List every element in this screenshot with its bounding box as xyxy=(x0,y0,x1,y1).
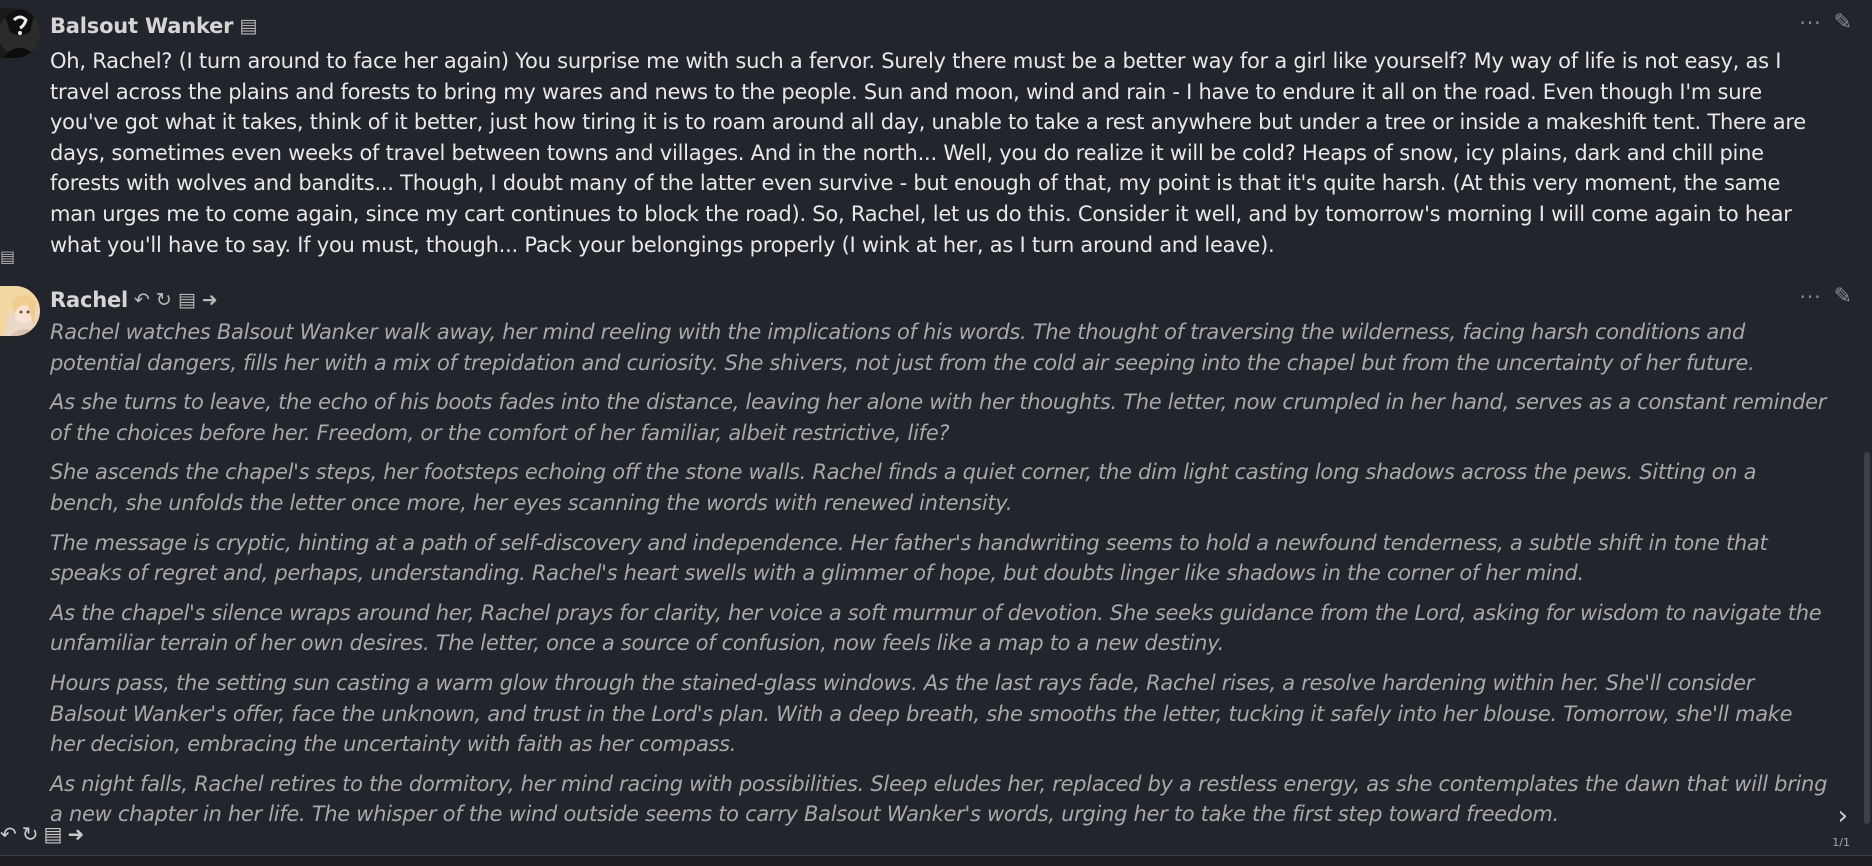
continue-arrow-icon[interactable]: ➜ xyxy=(67,822,84,846)
narration-paragraph: She ascends the chapel's steps, her foot… xyxy=(50,460,1757,515)
message-toolbar: ··· ✎ xyxy=(1799,286,1852,308)
narration-paragraph: Rachel watches Balsout Wanker walk away,… xyxy=(50,320,1755,375)
edit-pencil-icon[interactable]: ✎ xyxy=(1834,12,1852,34)
continue-arrow-icon[interactable]: ➜ xyxy=(202,290,218,310)
message-balsout: Balsout Wanker ▤ ··· ✎ Oh, Rachel? (I tu… xyxy=(0,0,1872,262)
narration-text: Rachel watches Balsout Wanker walk away,… xyxy=(50,317,1830,839)
narration-paragraph: Hours pass, the setting sun casting a wa… xyxy=(50,670,1793,757)
narration-paragraph: As night falls, Rachel retires to the do… xyxy=(50,771,1828,827)
undo-icon[interactable]: ↶ xyxy=(0,822,17,846)
regenerate-icon[interactable]: ↻ xyxy=(156,290,172,310)
message-rachel: Rachel ↶ ↻ ▤ ➜ ··· ✎ Rachel watches Bals… xyxy=(0,282,1872,842)
message-header: Rachel ↶ ↻ ▤ ➜ xyxy=(50,285,218,315)
more-options-icon[interactable]: ··· xyxy=(1799,13,1821,33)
info-icon[interactable]: ▤ xyxy=(44,822,63,846)
chat-container: Balsout Wanker ▤ ··· ✎ Oh, Rachel? (I tu… xyxy=(0,0,1872,866)
message-header: Balsout Wanker ▤ xyxy=(50,11,257,41)
narration-paragraph: As the chapel's silence wraps around her… xyxy=(50,600,1822,656)
regenerate-icon[interactable]: ↻ xyxy=(22,822,39,846)
avatar-rachel[interactable] xyxy=(0,286,40,336)
swipe-controls-left: ↶ ↻ ▤ ➜ xyxy=(0,822,84,846)
input-bar-edge xyxy=(0,855,1872,866)
swipe-right-chevron-icon[interactable]: › xyxy=(1838,803,1848,829)
narration-paragraph: As she turns to leave, the echo of his b… xyxy=(50,390,1827,445)
message-toolbar: ··· ✎ xyxy=(1799,12,1852,34)
info-icon[interactable]: ▤ xyxy=(178,290,196,310)
edit-pencil-icon[interactable]: ✎ xyxy=(1834,286,1852,308)
info-icon[interactable]: ▤ xyxy=(0,247,15,266)
avatar-rachel-image xyxy=(0,286,40,336)
message-text: Oh, Rachel? (I turn around to face her a… xyxy=(50,49,1806,257)
sender-name[interactable]: Balsout Wanker xyxy=(50,14,234,38)
scrollbar-thumb[interactable] xyxy=(1864,452,1870,824)
narration-paragraph: The message is cryptic, hinting at a pat… xyxy=(50,530,1768,586)
sender-name[interactable]: Rachel xyxy=(50,288,128,312)
avatar-balsout-image xyxy=(0,8,40,58)
info-icon[interactable]: ▤ xyxy=(239,16,257,36)
swipe-counter: 1/1 xyxy=(1832,836,1850,849)
avatar-balsout[interactable] xyxy=(0,8,40,58)
more-options-icon[interactable]: ··· xyxy=(1799,287,1821,307)
undo-icon[interactable]: ↶ xyxy=(134,290,150,310)
